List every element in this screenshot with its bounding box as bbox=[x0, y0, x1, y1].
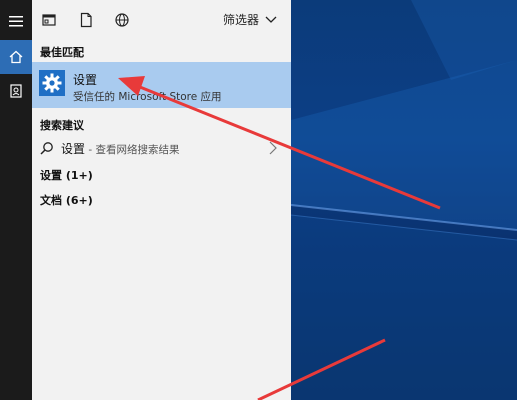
search-suggestions-heading: 搜索建议 bbox=[40, 119, 84, 132]
suggestion-label: 设置 bbox=[61, 142, 86, 156]
hamburger-menu-button[interactable] bbox=[0, 4, 32, 38]
settings-group-header[interactable]: 设置 (1+) bbox=[40, 167, 93, 183]
start-rail bbox=[0, 0, 32, 400]
search-icon bbox=[40, 142, 53, 155]
suggestion-hint: - 查看网络搜索结果 bbox=[85, 144, 180, 156]
apps-icon bbox=[42, 14, 56, 26]
desktop-wallpaper bbox=[291, 0, 517, 400]
document-icon bbox=[80, 12, 92, 28]
search-scope-bar: 筛选器 bbox=[32, 0, 291, 40]
documents-group-header[interactable]: 文档 (6+) bbox=[40, 192, 93, 208]
best-match-item-settings[interactable]: 设置 受信任的 Microsoft Store 应用 bbox=[32, 62, 291, 108]
documents-scope-button[interactable] bbox=[78, 12, 94, 28]
settings-app-tile bbox=[39, 70, 65, 96]
best-match-subtitle: 受信任的 Microsoft Store 应用 bbox=[73, 91, 222, 103]
web-search-suggestion[interactable]: 设置 - 查看网络搜索结果 bbox=[32, 137, 291, 159]
web-scope-button[interactable] bbox=[114, 12, 130, 28]
search-results-panel: 筛选器 最佳匹配 设置 受信任的 Microsoft Store 应用 搜索建议… bbox=[32, 0, 291, 400]
apps-scope-button[interactable] bbox=[41, 12, 57, 28]
filters-dropdown[interactable]: 筛选器 bbox=[223, 11, 277, 28]
chevron-right-icon bbox=[269, 141, 277, 155]
home-button[interactable] bbox=[0, 40, 32, 74]
gear-icon bbox=[42, 73, 62, 93]
notebook-button[interactable] bbox=[0, 74, 32, 108]
notebook-icon bbox=[10, 84, 22, 98]
best-match-heading: 最佳匹配 bbox=[40, 46, 84, 59]
home-icon bbox=[9, 50, 23, 64]
web-globe-icon bbox=[115, 13, 129, 27]
filters-label: 筛选器 bbox=[222, 13, 259, 27]
best-match-title: 设置 bbox=[73, 73, 98, 87]
hamburger-icon bbox=[9, 16, 23, 27]
chevron-down-icon bbox=[265, 16, 277, 23]
